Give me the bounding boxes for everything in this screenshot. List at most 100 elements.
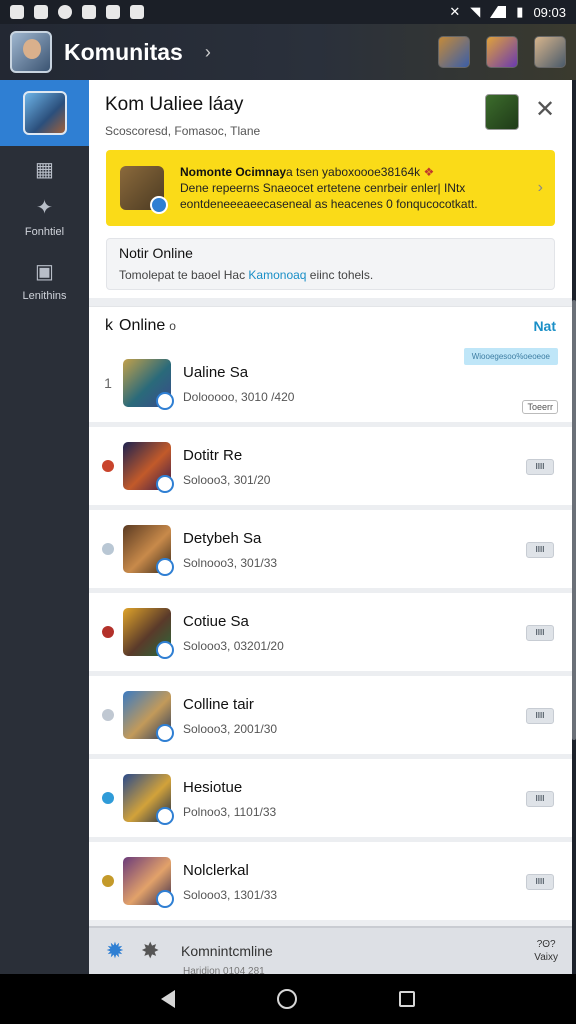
row-tag[interactable]: Toeerr	[522, 400, 558, 414]
list-item[interactable]: Colline tair Solooo3, 2001/30 IIII	[89, 676, 572, 754]
sidebar-item-fonhtiel[interactable]: ✦ Fonhtiel	[0, 196, 89, 238]
chevron-right-icon: ›	[537, 179, 543, 196]
announcement-hero-icon	[120, 166, 168, 214]
calendar-icon: ▣	[35, 261, 54, 283]
rank-ball-icon	[102, 460, 114, 472]
player-name: Dotitr Re	[183, 447, 243, 464]
player-name: Cotiue Sa	[183, 613, 249, 630]
recent-apps-icon[interactable]	[399, 991, 415, 1007]
player-name: Nolclerkal	[183, 862, 249, 879]
hero-avatar	[123, 525, 174, 576]
list-item[interactable]: 1 Ualine Sa Dolooooo, 3010 /420 Wiooeges…	[89, 344, 572, 422]
app-title: Komunitas	[64, 38, 183, 65]
signal-icon	[490, 6, 507, 18]
rank-ball-icon	[102, 792, 114, 804]
announcement-banner[interactable]: Nomonte Ocimnaya tsen yaboxoooe38164k ❖ …	[106, 150, 555, 226]
more-options-button[interactable]: IIII	[526, 459, 554, 475]
more-options-button[interactable]: IIII	[526, 874, 554, 890]
app-header: Komunitas ›	[0, 24, 576, 80]
player-meta: Solooo3, 2001/30	[183, 722, 278, 736]
status-bar: ✕ ◥ ▮ 09:03	[0, 0, 576, 24]
status-badge: Wiooegesoo%oeoeoe	[463, 348, 558, 365]
hero-avatar	[123, 774, 174, 825]
announcement-text: Nomonte Ocimnaya tsen yaboxoooe38164k ❖ …	[180, 164, 530, 212]
info-text: Tomolepat te baoel Hac	[119, 268, 249, 282]
next-button[interactable]: Nat	[533, 318, 556, 334]
info-link[interactable]: Kamonoaq	[248, 268, 306, 282]
player-meta: Solooo3, 301/20	[183, 473, 271, 487]
more-options-button[interactable]: IIII	[526, 542, 554, 558]
info-title: Notir Online	[119, 245, 193, 261]
grid-icon: ▦	[35, 159, 54, 181]
player-name: Detybeh Sa	[183, 530, 262, 547]
home-icon[interactable]	[277, 989, 297, 1009]
hero-avatar	[123, 608, 174, 659]
hero-avatar	[123, 442, 174, 493]
info-description: Tomolepat te baoel Hac Kamonoaq eiinc to…	[119, 268, 542, 282]
online-dot: o	[169, 318, 176, 333]
game-thumb-3[interactable]	[534, 36, 566, 68]
list-item[interactable]: Hesiotue Polnoo3, 1101/33 IIII	[89, 759, 572, 837]
main-panel: Kom Ualiee láay Scoscoresd, Fomasoc, Tla…	[89, 80, 572, 974]
online-section-header: k Online o Nat	[89, 306, 572, 344]
profile-avatar[interactable]	[10, 31, 52, 73]
sidebar-item-label: Fonhtiel	[24, 226, 65, 238]
puzzle-icon: ✦	[36, 197, 53, 219]
info-text: eiinc tohels.	[306, 268, 374, 282]
app-notification-icon	[10, 5, 24, 19]
player-name: Colline tair	[183, 696, 254, 713]
sidebar-home[interactable]	[0, 80, 89, 146]
community-online-label: Komnintcmline	[181, 943, 273, 959]
community-header-card: Kom Ualiee láay Scoscoresd, Fomasoc, Tla…	[89, 80, 572, 298]
rank-ball-icon	[102, 543, 114, 555]
list-item[interactable]: Dotitr Re Solooo3, 301/20 IIII	[89, 427, 572, 505]
strip-right-info: ?ʘ? Vaixy	[534, 938, 558, 964]
online-list: 1 Ualine Sa Dolooooo, 3010 /420 Wiooeges…	[89, 344, 572, 925]
status-time: 09:03	[533, 4, 566, 20]
rank-ball-icon	[102, 626, 114, 638]
announcement-heading-tail: a tsen yaboxoooe38164k	[286, 165, 421, 179]
sidebar-item-grid[interactable]: ▦	[0, 158, 89, 182]
announcement-line: Dene repeerns Snaeocet ertetene cenrbeir…	[180, 181, 466, 195]
chart-notification-icon	[82, 5, 96, 19]
back-icon[interactable]	[161, 990, 175, 1008]
more-options-button[interactable]: IIII	[526, 625, 554, 641]
chevron-right-icon[interactable]: ›	[205, 42, 211, 63]
youtube-notification-icon	[130, 5, 144, 19]
strip-right-icons: ?ʘ?	[536, 939, 556, 950]
status-icons-left	[10, 5, 144, 19]
wolf-emblem-icon: ✸	[141, 938, 160, 963]
announcement-mark-icon: ❖	[423, 165, 435, 179]
scrollbar[interactable]	[572, 300, 576, 740]
message-notification-icon	[58, 5, 72, 19]
link-notification-icon	[106, 5, 120, 19]
status-icons-right: ✕ ◥ ▮ 09:03	[449, 4, 566, 20]
battery-icon: ▮	[516, 4, 524, 19]
hero-avatar	[123, 359, 174, 410]
list-item[interactable]: Cotiue Sa Solooo3, 03201/20 IIII	[89, 593, 572, 671]
bottom-community-bar[interactable]: ✹ ✸ Komnintcmline Haridion 0104 281 ?ʘ? …	[89, 926, 572, 977]
more-options-button[interactable]: IIII	[526, 791, 554, 807]
home-game-icon	[22, 91, 67, 135]
close-icon[interactable]: ✕	[535, 98, 555, 122]
sidebar-item-lenithins[interactable]: ▣ Lenithins	[0, 260, 89, 302]
player-meta: Dolooooo, 3010 /420	[183, 390, 295, 404]
list-item[interactable]: Nolclerkal Solooo3, 1301/33 IIII	[89, 842, 572, 920]
system-navigation-bar	[0, 974, 576, 1024]
rank-ball-icon	[102, 875, 114, 887]
more-options-button[interactable]: IIII	[526, 708, 554, 724]
list-item[interactable]: Detybeh Sa Solnooo3, 301/33 IIII	[89, 510, 572, 588]
gear-icon: ✹	[105, 938, 125, 963]
game-thumb-2[interactable]	[486, 36, 518, 68]
player-name: Ualine Sa	[183, 364, 249, 381]
sidebar: ▦ ✦ Fonhtiel ▣ Lenithins	[0, 80, 89, 974]
game-thumb-1[interactable]	[438, 36, 470, 68]
camera-notification-icon	[34, 5, 48, 19]
player-name: Hesiotue	[183, 779, 243, 796]
player-meta: Solnooo3, 301/33	[183, 556, 278, 570]
player-meta: Solooo3, 1301/33	[183, 888, 278, 902]
announcement-line: eontdeneeeaeecaseneal as heacenes 0 fonq…	[180, 197, 478, 211]
hero-avatar	[123, 691, 174, 742]
player-meta: Solooo3, 03201/20	[183, 639, 284, 653]
community-avatar[interactable]	[485, 94, 519, 130]
